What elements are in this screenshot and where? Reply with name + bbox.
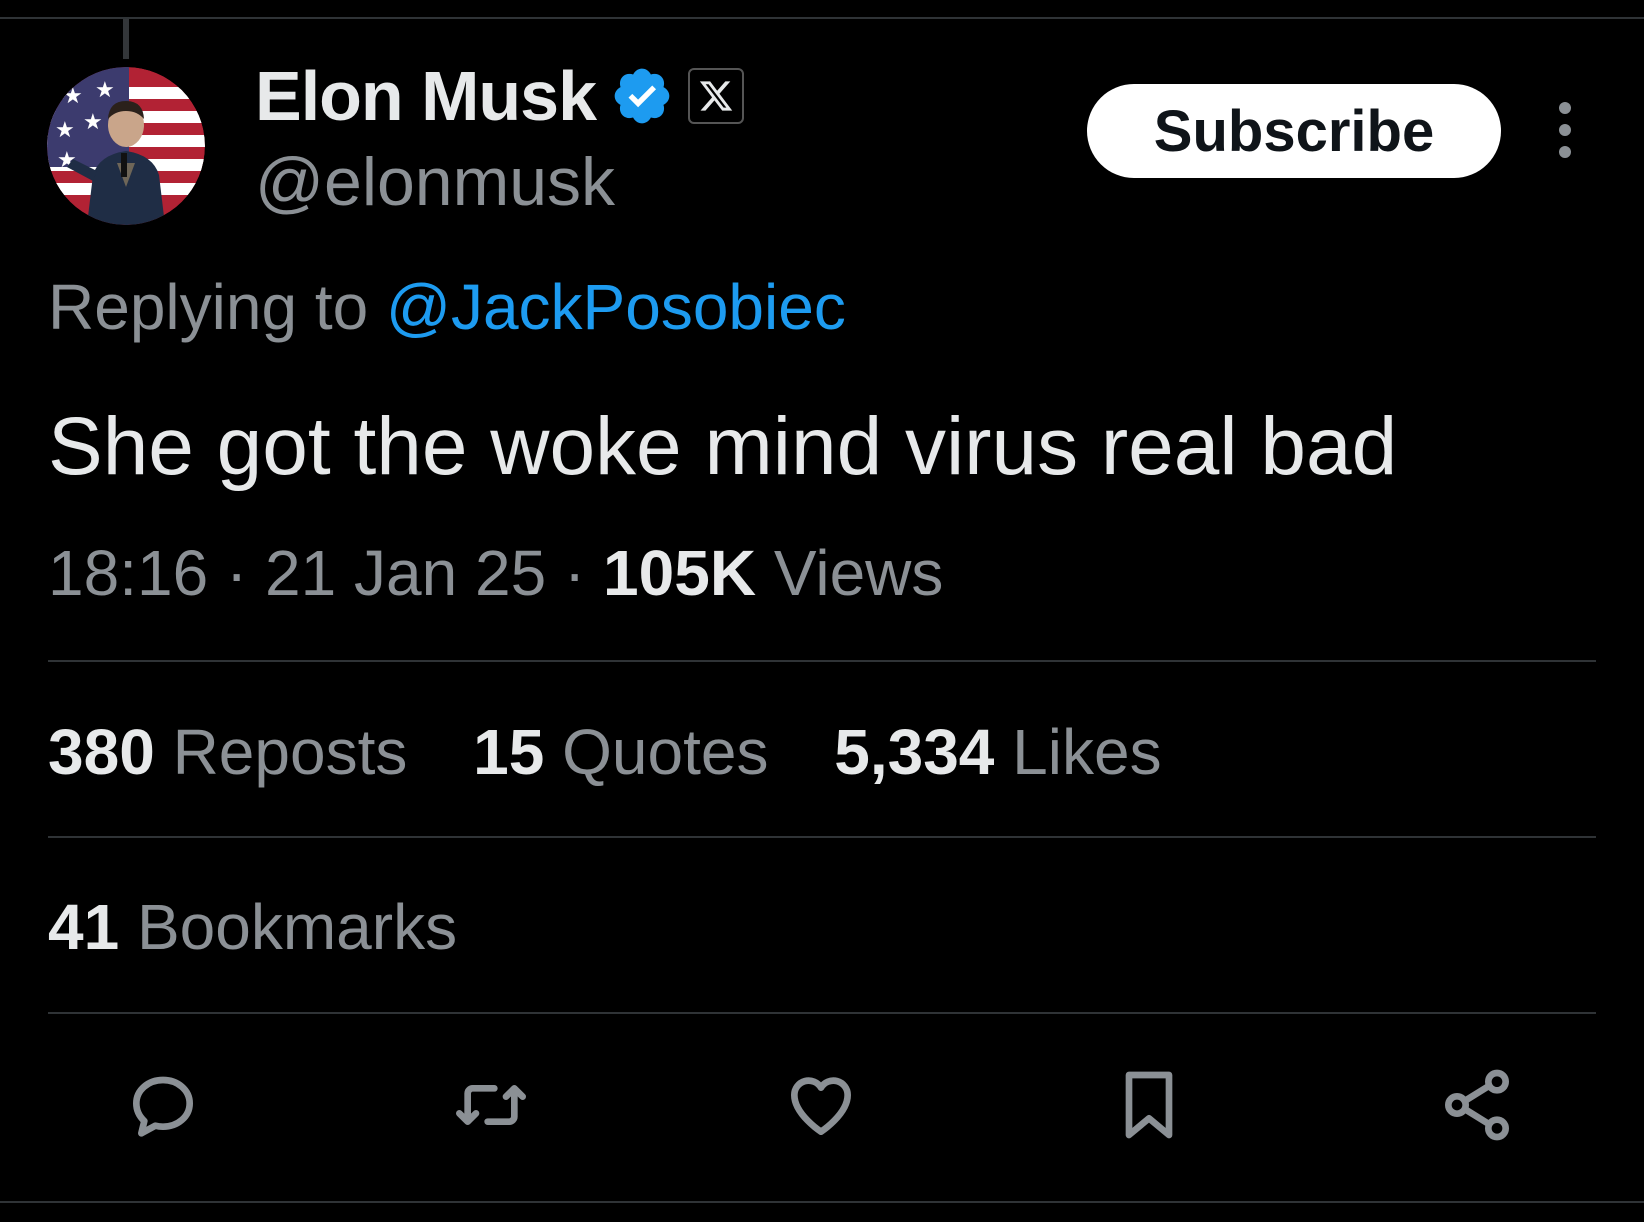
reply-icon[interactable]: [118, 1060, 208, 1150]
top-divider: [0, 17, 1644, 19]
bottom-divider: [0, 1201, 1644, 1203]
replying-to-mention-link[interactable]: @JackPosobiec: [386, 271, 846, 343]
reposts-label: Reposts: [172, 716, 408, 788]
repost-icon[interactable]: [446, 1060, 536, 1150]
replying-to-label: Replying to: [48, 271, 386, 343]
bookmarks-label: Bookmarks: [136, 891, 458, 963]
svg-text:★: ★: [55, 118, 75, 143]
action-bar: [0, 1060, 1644, 1150]
tweet-date[interactable]: 21 Jan 25: [265, 537, 546, 609]
meta-separator: ·: [225, 537, 248, 609]
share-icon[interactable]: [1432, 1060, 1522, 1150]
svg-text:★: ★: [63, 84, 83, 109]
divider: [48, 836, 1596, 838]
quotes-count: 15: [473, 716, 545, 788]
quotes-label: Quotes: [562, 716, 769, 788]
divider: [48, 1012, 1596, 1014]
tweet-metadata: 18:16 · 21 Jan 25 · 105K Views: [48, 536, 943, 610]
heart-icon[interactable]: [776, 1060, 866, 1150]
reposts-count: 380: [48, 716, 155, 788]
author-name-row: Elon Musk: [255, 56, 745, 136]
tweet-detail: ★ ★ ★ ★ ★ Elon Musk @elonmusk Subscribe …: [0, 0, 1644, 1222]
author-display-name[interactable]: Elon Musk: [255, 56, 597, 136]
divider: [48, 660, 1596, 662]
tweet-text: She got the woke mind virus real bad: [48, 401, 1398, 492]
likes-count: 5,334: [834, 716, 995, 788]
engagement-stats: 380 Reposts 15 Quotes 5,334 Likes: [48, 715, 1210, 789]
replying-to-line: Replying to @JackPosobiec: [48, 270, 846, 344]
reposts-stat[interactable]: 380 Reposts: [48, 716, 407, 788]
likes-label: Likes: [1012, 716, 1162, 788]
views-count: 105K: [603, 537, 757, 609]
quotes-stat[interactable]: 15 Quotes: [473, 716, 768, 788]
x-logo-icon[interactable]: [688, 68, 745, 124]
meta-separator: ·: [563, 537, 586, 609]
bookmarks-stat: 41 Bookmarks: [48, 890, 457, 964]
svg-text:★: ★: [95, 78, 115, 103]
more-vertical-icon[interactable]: [1550, 100, 1580, 160]
bookmarks-count: 41: [48, 891, 120, 963]
bookmark-icon[interactable]: [1104, 1060, 1194, 1150]
svg-text:★: ★: [83, 110, 103, 135]
avatar[interactable]: ★ ★ ★ ★ ★: [47, 67, 205, 225]
tweet-time[interactable]: 18:16: [48, 537, 208, 609]
subscribe-button[interactable]: Subscribe: [1087, 84, 1501, 178]
views-label: Views: [773, 537, 944, 609]
thread-connector-line: [123, 19, 129, 59]
verified-badge-icon[interactable]: [610, 64, 674, 128]
author-handle[interactable]: @elonmusk: [255, 143, 615, 221]
likes-stat[interactable]: 5,334 Likes: [834, 716, 1161, 788]
